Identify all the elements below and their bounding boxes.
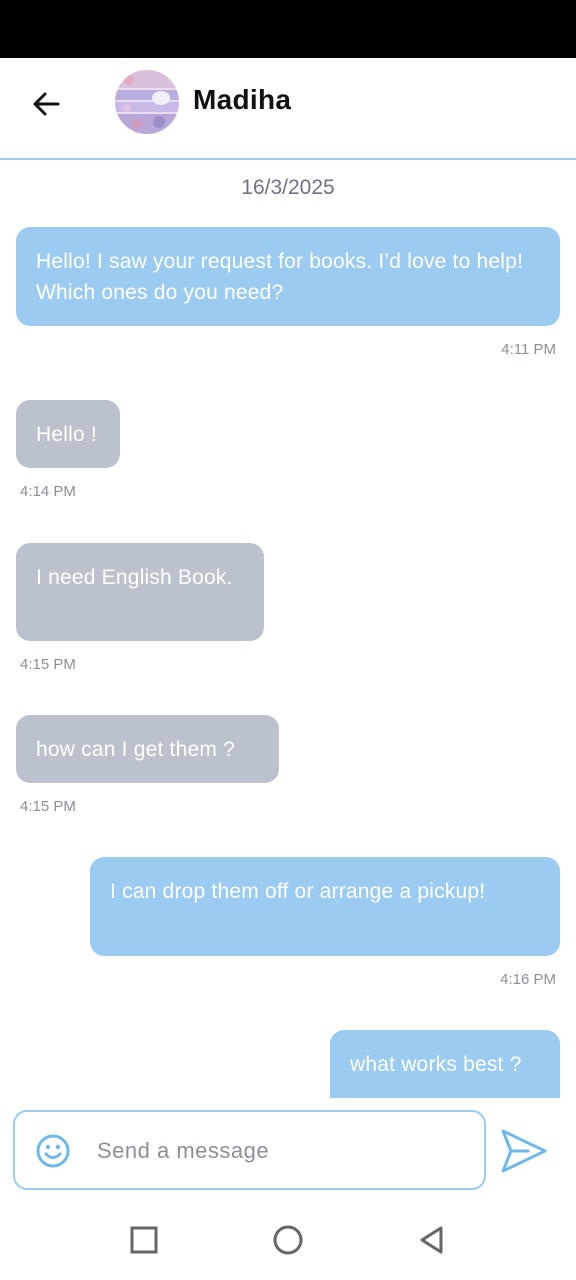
system-back-button[interactable] [414,1222,450,1258]
message-input[interactable] [95,1130,469,1172]
recents-button[interactable] [126,1222,162,1258]
message-time: 4:14 PM [20,483,76,500]
emoji-button[interactable] [35,1133,71,1169]
system-nav-bar [0,1200,576,1280]
arrow-left-icon [33,92,60,116]
message-bubble-received[interactable]: Hello ! [16,400,120,468]
message-bubble-sent[interactable]: I can drop them off or arrange a pickup! [90,857,560,956]
message-bubble-sent[interactable]: what works best ? [330,1030,560,1098]
message-composer [13,1110,486,1190]
message-text: I need English Book. [36,566,233,589]
send-button[interactable] [498,1126,550,1176]
message-bubble-received[interactable]: how can I get them ? [16,715,279,783]
triangle-back-icon [420,1226,443,1254]
message-time: 4:15 PM [20,656,76,673]
message-text: I can drop them off or arrange a pickup! [110,880,486,903]
message-text: what works best ? [350,1053,522,1076]
circle-icon [273,1225,303,1255]
contact-avatar[interactable] [115,70,179,134]
message-time: 4:11 PM [501,341,556,358]
back-button[interactable] [24,84,68,128]
message-time: 4:16 PM [500,971,556,988]
message-text: Hello ! [36,423,97,446]
status-bar [0,0,576,58]
message-text: Hello! I saw your request for books. I’d… [36,250,524,304]
message-list[interactable]: 16/3/2025 Hello! I saw your request for … [0,160,576,1098]
chat-header: Madiha [0,58,576,160]
message-bubble-received[interactable]: I need English Book. [16,543,264,641]
paper-plane-icon [501,1129,547,1173]
square-icon [130,1226,158,1254]
message-bubble-sent[interactable]: Hello! I saw your request for books. I’d… [16,227,560,326]
message-time: 4:15 PM [20,798,76,815]
date-separator: 16/3/2025 [241,176,335,199]
avatar-image [115,70,179,134]
contact-name: Madiha [193,84,292,115]
home-button[interactable] [270,1222,306,1258]
smiley-icon [36,1134,70,1168]
message-text: how can I get them ? [36,738,235,761]
